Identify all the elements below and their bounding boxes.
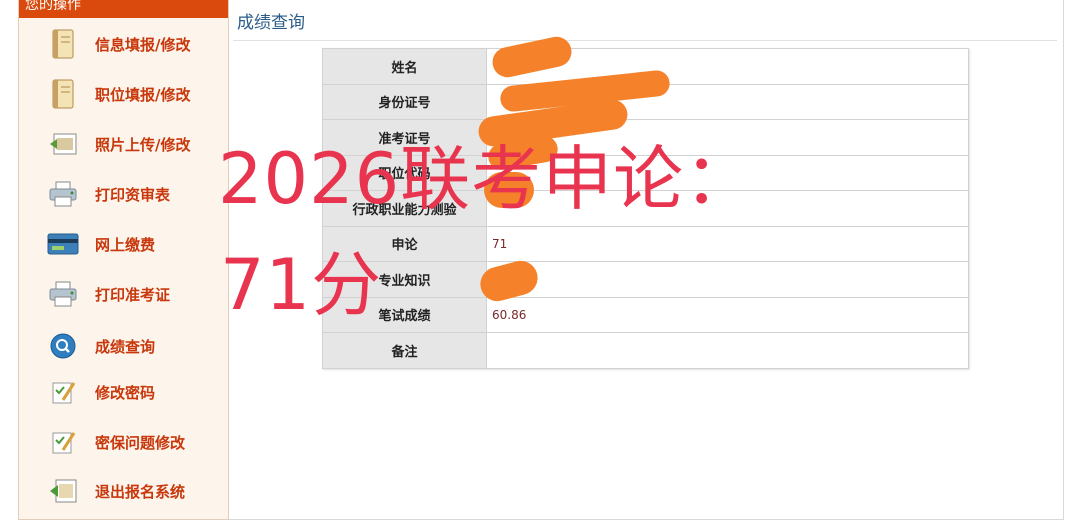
- row-value: 60.86: [486, 296, 969, 333]
- printer-icon: [47, 178, 79, 210]
- sidebar-item-label: 修改密码: [95, 383, 156, 402]
- overlay-caption-line-2: 71分: [220, 244, 383, 326]
- overlay-caption-line-1: 2026联考申论：: [218, 138, 756, 220]
- edit-checklist-icon: [47, 376, 79, 408]
- sidebar-item-position-edit[interactable]: 职位填报/修改: [47, 74, 190, 114]
- row-value: 71: [486, 225, 969, 262]
- sidebar-item-label: 职位填报/修改: [95, 85, 191, 104]
- sidebar-item-label: 密保问题修改: [95, 433, 186, 452]
- table-row: 备注: [322, 332, 969, 369]
- sidebar-item-label: 信息填报/修改: [95, 35, 191, 54]
- table-row: 专业知识: [322, 261, 969, 298]
- sidebar-item-score-query[interactable]: 成绩查询: [47, 326, 155, 366]
- sidebar-item-logout[interactable]: 退出报名系统: [47, 471, 185, 511]
- sidebar-item-label: 照片上传/修改: [95, 135, 191, 154]
- printer-icon: [47, 278, 79, 310]
- notebook-icon: [47, 78, 79, 110]
- logout-icon: [47, 475, 79, 507]
- photo-upload-icon: [47, 128, 79, 160]
- table-row: 笔试成绩 60.86: [322, 296, 969, 333]
- row-label: 备注: [322, 332, 487, 369]
- row-value: [486, 332, 969, 369]
- sidebar-item-label: 打印准考证: [95, 285, 171, 304]
- sidebar: 您的操作 信息填报/修改 职位填报/修改 照片上传/修改 打印资审表 网上缴费: [18, 0, 229, 520]
- sidebar-item-print-review-form[interactable]: 打印资审表: [47, 174, 170, 214]
- sidebar-header: 您的操作: [19, 0, 228, 18]
- sidebar-item-label: 退出报名系统: [95, 482, 186, 501]
- table-row: 申论 71: [322, 225, 969, 262]
- notebook-icon: [47, 28, 79, 60]
- sidebar-item-label: 成绩查询: [95, 337, 156, 356]
- sidebar-item-info-edit[interactable]: 信息填报/修改: [47, 24, 190, 64]
- sidebar-item-label: 打印资审表: [95, 185, 171, 204]
- sidebar-item-change-password[interactable]: 修改密码: [47, 372, 155, 412]
- page-title: 成绩查询: [237, 13, 305, 33]
- sidebar-item-print-admission-ticket[interactable]: 打印准考证: [47, 274, 170, 314]
- magnifier-icon: [47, 330, 79, 362]
- edit-checklist-icon: [47, 426, 79, 458]
- row-label: 姓名: [322, 48, 487, 85]
- sidebar-item-online-payment[interactable]: 网上缴费: [47, 224, 155, 264]
- sidebar-item-security-question-edit[interactable]: 密保问题修改: [47, 422, 185, 462]
- sidebar-item-label: 网上缴费: [95, 235, 156, 254]
- row-value: [486, 261, 969, 298]
- sidebar-item-photo-upload[interactable]: 照片上传/修改: [47, 124, 190, 164]
- payment-card-icon: [47, 228, 79, 260]
- title-divider: [233, 40, 1057, 41]
- row-label: 身份证号: [322, 83, 487, 120]
